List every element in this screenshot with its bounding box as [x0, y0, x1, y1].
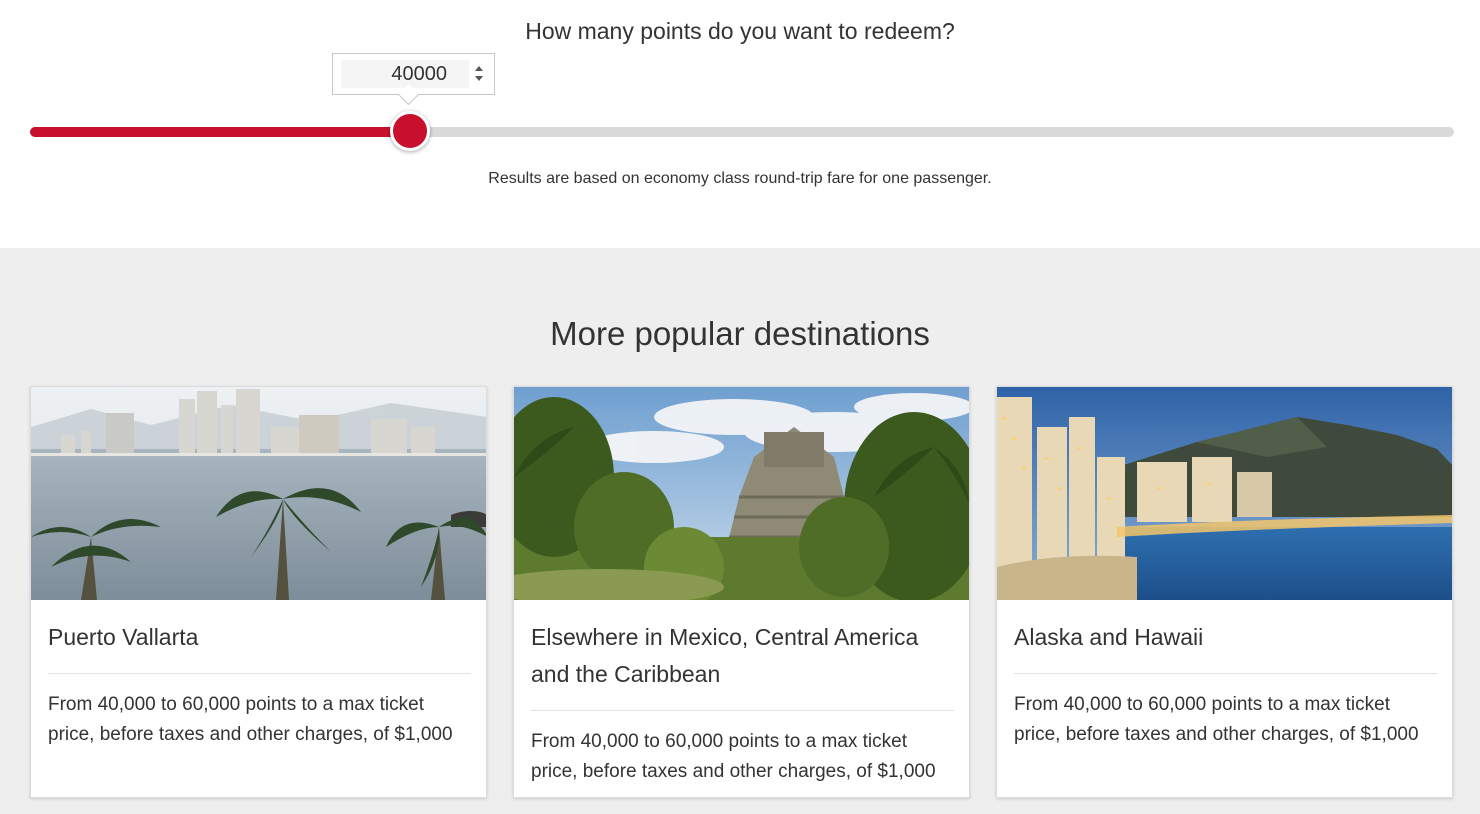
honolulu-waikiki-photo [997, 387, 1452, 600]
slider-fill [30, 127, 410, 137]
destination-card-puerto-vallarta[interactable]: Puerto Vallarta From 40,000 to 60,000 po… [30, 386, 487, 798]
popular-destinations-section: More popular destinations Puerto Vallart… [0, 248, 1480, 814]
spinner-up-icon[interactable] [475, 66, 483, 71]
points-input[interactable] [341, 60, 469, 88]
fare-note: Results are based on economy class round… [488, 170, 992, 187]
points-slider-section: How many points do you want to redeem? R… [0, 0, 1480, 248]
destination-name: Elsewhere in Mexico, Central America and… [531, 600, 954, 711]
spinner-down-icon[interactable] [475, 76, 483, 81]
slider-question: How many points do you want to redeem? [525, 18, 955, 44]
points-spinner[interactable] [473, 62, 485, 86]
slider-thumb[interactable] [389, 111, 430, 151]
section-title: More popular destinations [550, 315, 930, 352]
destination-description: From 40,000 to 60,000 points to a max ti… [531, 731, 936, 782]
puerto-vallarta-photo [31, 387, 486, 600]
destination-description: From 40,000 to 60,000 points to a max ti… [1014, 694, 1419, 745]
destination-description: From 40,000 to 60,000 points to a max ti… [48, 694, 453, 745]
destination-card-alaska-hawaii[interactable]: Alaska and Hawaii From 40,000 to 60,000 … [996, 386, 1453, 798]
destination-card-mexico-central-america-caribbean[interactable]: Elsewhere in Mexico, Central America and… [513, 386, 970, 798]
destination-name: Alaska and Hawaii [1014, 600, 1437, 674]
destination-name: Puerto Vallarta [48, 600, 471, 674]
points-value-tooltip [332, 53, 495, 95]
slider-track[interactable] [30, 127, 1454, 137]
mayan-ruins-photo [514, 387, 969, 600]
